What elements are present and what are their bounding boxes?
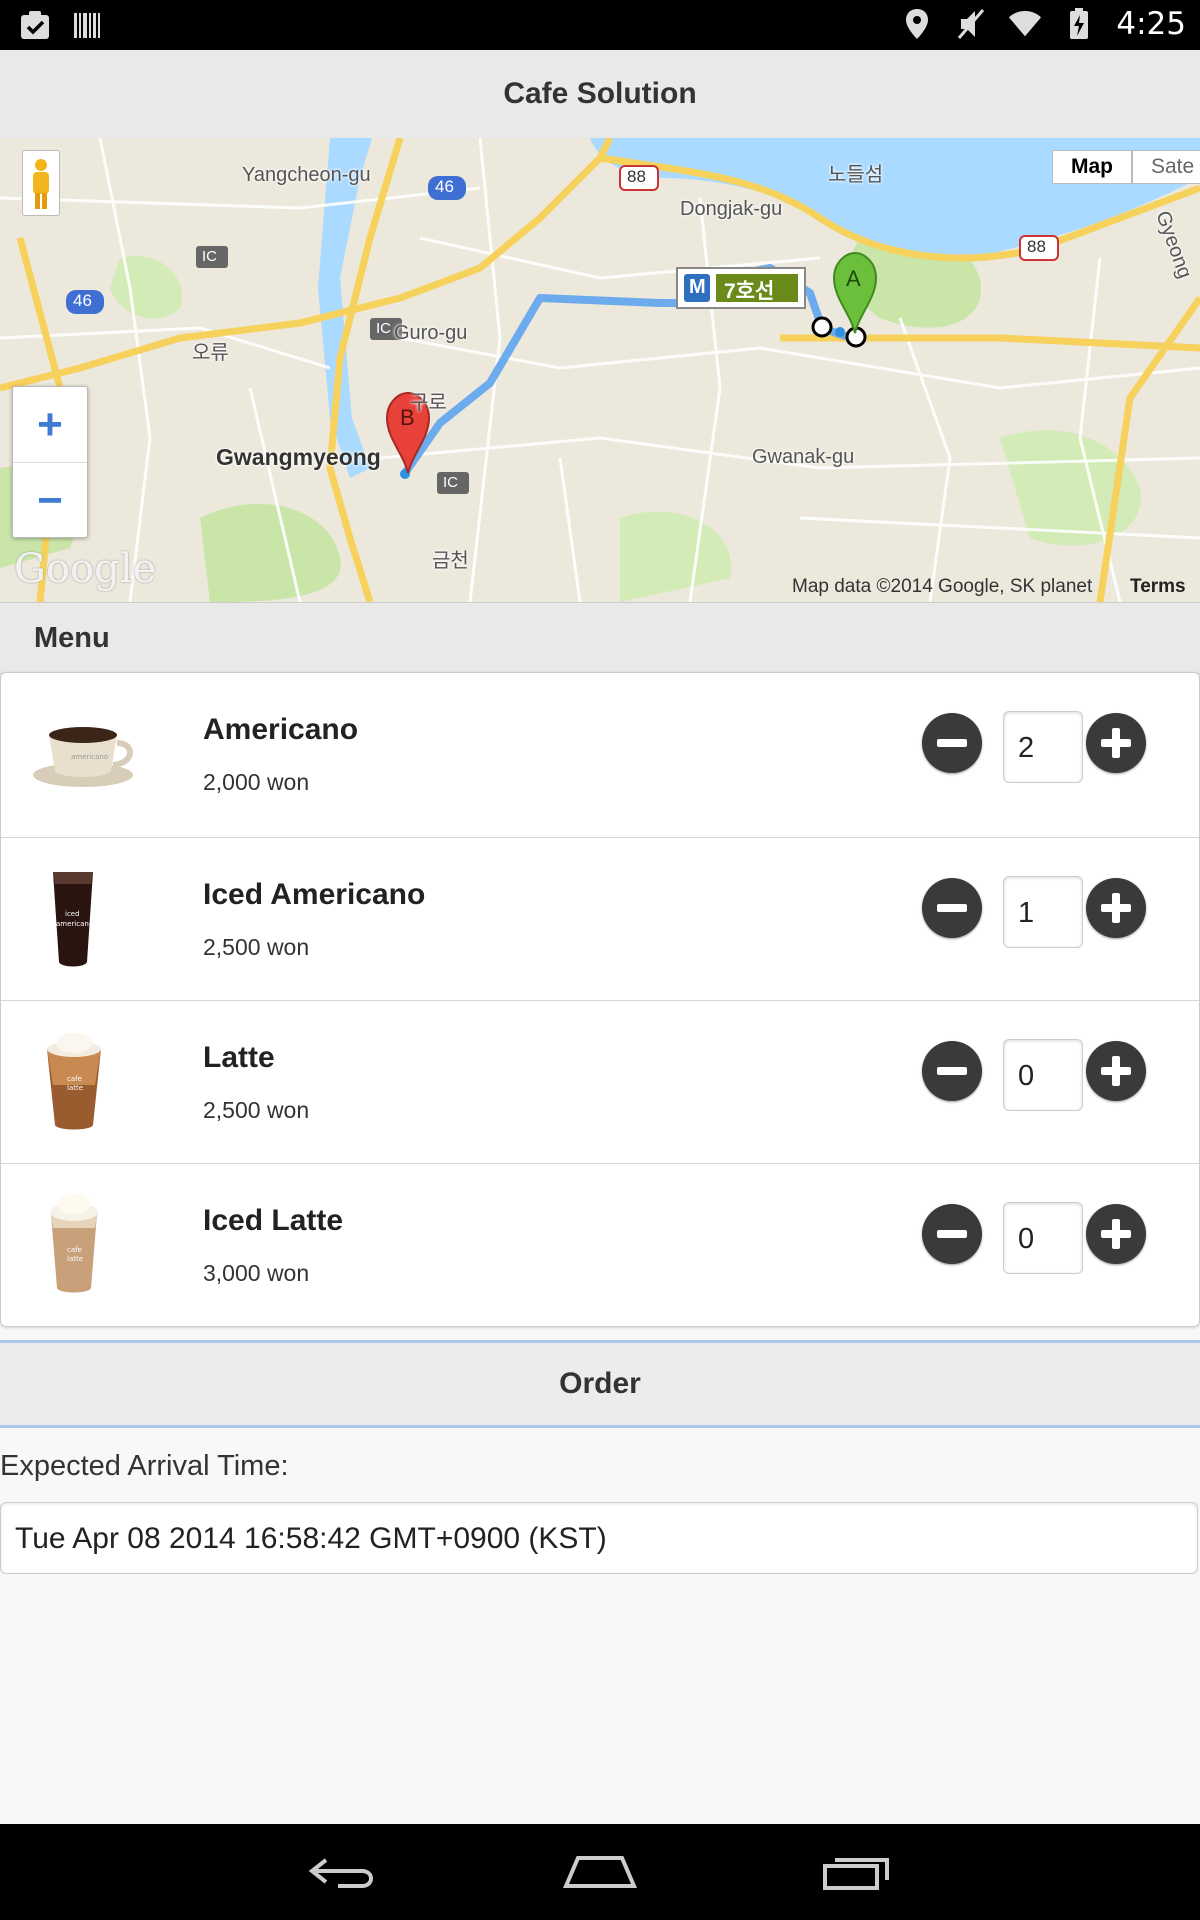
- item-name: Latte: [203, 1041, 275, 1074]
- decrease-quantity-button[interactable]: [922, 1204, 982, 1264]
- plus-icon: [1101, 728, 1131, 758]
- subway-m-label: M: [689, 276, 706, 298]
- app-header: Cafe Solution: [0, 50, 1200, 139]
- zoom-out-button[interactable]: −: [13, 462, 87, 538]
- map-label-dongjak: Dongjak-gu: [680, 198, 783, 220]
- mute-icon: [954, 7, 988, 41]
- map-type-map-button[interactable]: Map: [1052, 150, 1132, 184]
- cup-text-cafe: cafe: [67, 1075, 82, 1083]
- arrival-time-label: Expected Arrival Time:: [0, 1450, 289, 1482]
- quantity-field[interactable]: 0: [1003, 1202, 1083, 1274]
- arrival-time-field[interactable]: Tue Apr 08 2014 16:58:42 GMT+0900 (KST): [0, 1502, 1198, 1574]
- increase-quantity-button[interactable]: [1086, 878, 1146, 938]
- ic-label-2: IC: [376, 320, 391, 337]
- order-button[interactable]: Order: [0, 1340, 1200, 1428]
- map-label-guro: Guro-gu: [394, 322, 468, 344]
- plus-icon: [1101, 1219, 1131, 1249]
- menu-list: americano Americano 2,000 won 2 iced ame…: [0, 672, 1200, 1327]
- recents-icon: [823, 1858, 889, 1890]
- item-name: Iced Americano: [203, 878, 426, 911]
- decrease-quantity-button[interactable]: [922, 1041, 982, 1101]
- increase-quantity-button[interactable]: [1086, 1041, 1146, 1101]
- cup-text-iced: iced: [65, 910, 80, 918]
- iced-latte-cup-icon: cafe latte: [31, 1192, 141, 1297]
- cup-text-cafe-2: cafe: [67, 1246, 82, 1254]
- road-88a-label: 88: [627, 167, 646, 186]
- minus-icon: [937, 1230, 967, 1238]
- item-name: Americano: [203, 713, 359, 746]
- map-label-geumcheon: 금천: [432, 550, 469, 572]
- map-label-gwangmyeong: Gwangmyeong: [216, 444, 381, 470]
- marker-b-label: B: [400, 405, 415, 430]
- status-bar: 4:25: [0, 0, 1200, 50]
- map-label-oryu: 오류: [192, 342, 229, 364]
- cup-text-americano: americano: [71, 753, 108, 761]
- road-88b-label: 88: [1027, 237, 1046, 256]
- battery-charging-icon: [1062, 7, 1096, 41]
- cup-text-latte: latte: [67, 1084, 83, 1092]
- subway-line-label: 7호선: [724, 280, 775, 303]
- zoom-in-button[interactable]: +: [13, 387, 87, 462]
- latte-cup-icon: cafe latte: [31, 1029, 141, 1134]
- cup-text-latte-2: latte: [67, 1255, 83, 1263]
- recents-button[interactable]: [812, 1842, 902, 1902]
- map-label-guro-kr: 구로: [410, 392, 447, 414]
- back-button[interactable]: [298, 1842, 388, 1902]
- quantity-field[interactable]: 2: [1003, 711, 1083, 783]
- map-attribution: Map data ©2014 Google, SK planet: [792, 576, 1093, 597]
- barcode-icon: [70, 8, 104, 42]
- street-view-pegman-icon[interactable]: [22, 150, 60, 216]
- zoom-control: + −: [12, 386, 88, 538]
- plus-icon: [1101, 1056, 1131, 1086]
- item-name: Iced Latte: [203, 1204, 344, 1237]
- back-icon: [308, 1858, 373, 1888]
- map-tiles: [0, 138, 1200, 602]
- list-item: cafe latte Iced Latte 3,000 won 0: [1, 1163, 1199, 1326]
- item-price: 2,500 won: [203, 1097, 310, 1123]
- iced-americano-cup-icon: iced americano: [31, 866, 141, 971]
- list-item: americano Americano 2,000 won 2: [1, 673, 1199, 837]
- item-price: 3,000 won: [203, 1260, 310, 1286]
- quantity-field[interactable]: 0: [1003, 1039, 1083, 1111]
- quantity-field[interactable]: 1: [1003, 876, 1083, 948]
- item-price: 2,500 won: [203, 934, 310, 960]
- plus-icon: [1101, 893, 1131, 923]
- map-label-gwanak: Gwanak-gu: [752, 446, 855, 468]
- wifi-icon: [1008, 7, 1042, 41]
- menu-title: Menu: [34, 622, 110, 654]
- clipboard-check-icon: [18, 8, 52, 42]
- road-46a-label: 46: [435, 177, 454, 196]
- road-46b-label: 46: [73, 291, 92, 310]
- ic-label-1: IC: [202, 248, 217, 265]
- cup-text-americano-2: americano: [56, 920, 93, 928]
- home-button[interactable]: [555, 1842, 645, 1902]
- home-icon: [562, 1856, 638, 1888]
- google-logo: Google: [14, 546, 157, 592]
- decrease-quantity-button[interactable]: [922, 878, 982, 938]
- menu-section-header: Menu: [0, 602, 1200, 674]
- terms-link[interactable]: Terms o: [1130, 576, 1200, 602]
- increase-quantity-button[interactable]: [1086, 713, 1146, 773]
- increase-quantity-button[interactable]: [1086, 1204, 1146, 1264]
- clock: 4:25: [1116, 6, 1186, 42]
- ic-label-3: IC: [443, 474, 458, 491]
- minus-icon: [937, 739, 967, 747]
- map-type-satellite-button[interactable]: Sate: [1132, 150, 1200, 184]
- location-icon: [900, 7, 934, 41]
- map-label-nodeulseom: 노들섬: [828, 164, 884, 186]
- map-type-control: Map Sate: [1052, 150, 1200, 184]
- minus-icon: [937, 1067, 967, 1075]
- hot-coffee-cup-icon: americano: [31, 701, 141, 806]
- decrease-quantity-button[interactable]: [922, 713, 982, 773]
- page-title: Cafe Solution: [503, 77, 697, 110]
- item-price: 2,000 won: [203, 769, 310, 795]
- map-label-yangcheon: Yangcheon-gu: [242, 164, 371, 186]
- minus-icon: [937, 904, 967, 912]
- list-item: iced americano Iced Americano 2,500 won …: [1, 837, 1199, 1000]
- marker-a-label: A: [846, 266, 861, 291]
- system-nav-bar: [0, 1824, 1200, 1920]
- marker-a-icon[interactable]: [832, 251, 878, 334]
- route-map[interactable]: Yangcheon-gu Dongjak-gu 노들섬 Guro-gu 오류 구…: [0, 138, 1200, 602]
- list-item: cafe latte Latte 2,500 won 0: [1, 1000, 1199, 1163]
